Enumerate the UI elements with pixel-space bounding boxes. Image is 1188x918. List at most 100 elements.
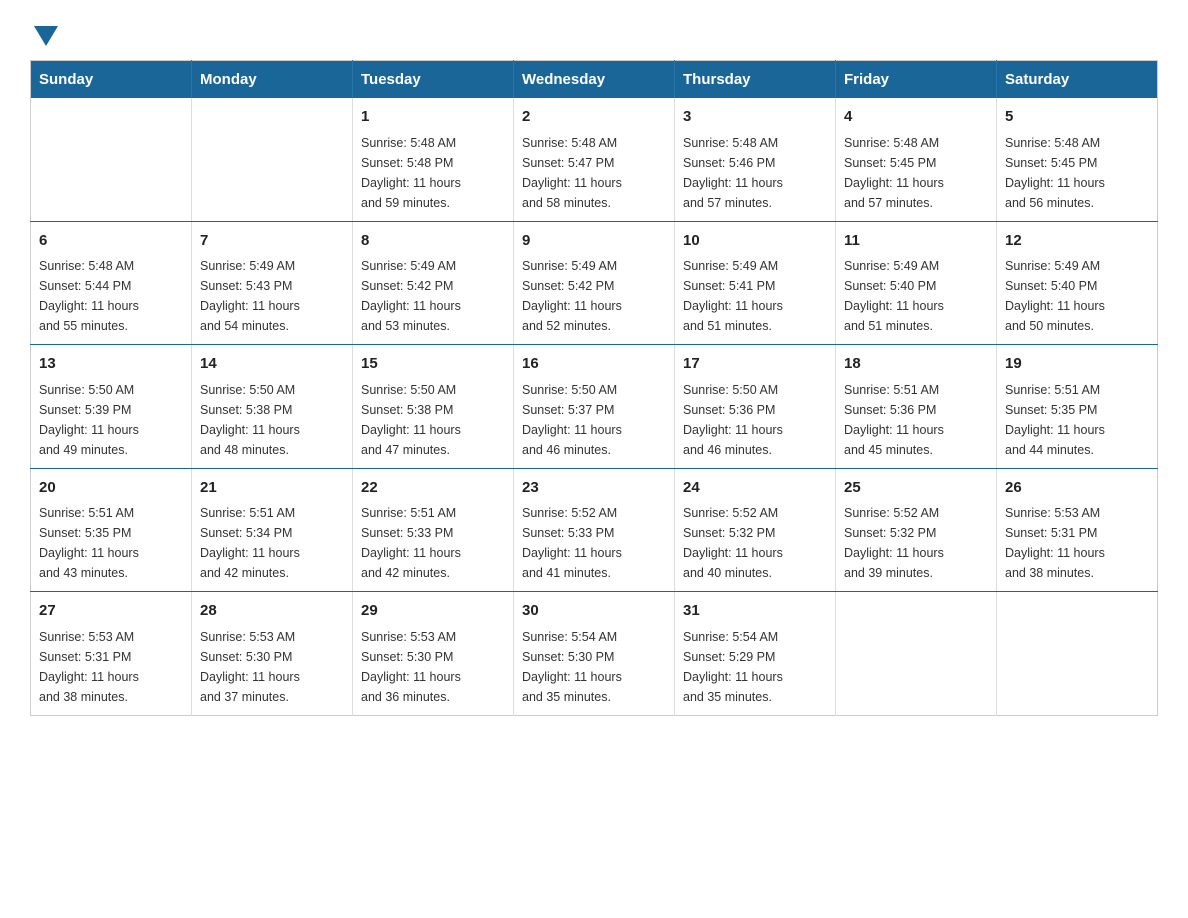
day-number: 24 [683,477,827,500]
day-number: 15 [361,353,505,376]
calendar-table: SundayMondayTuesdayWednesdayThursdayFrid… [30,60,1158,716]
day-info: Sunrise: 5:54 AM Sunset: 5:29 PM Dayligh… [683,627,827,707]
calendar-cell: 29 Sunrise: 5:53 AM Sunset: 5:30 PM Dayli… [353,592,514,716]
day-info: Sunrise: 5:51 AM Sunset: 5:35 PM Dayligh… [1005,380,1149,460]
calendar-cell: 11Sunrise: 5:49 AM Sunset: 5:40 PM Dayli… [836,221,997,345]
calendar-cell: 19 Sunrise: 5:51 AM Sunset: 5:35 PM Dayli… [997,345,1158,469]
day-number: 20 [39,477,183,500]
day-number: 9 [522,230,666,253]
calendar-cell: 6Sunrise: 5:48 AM Sunset: 5:44 PM Daylig… [31,221,192,345]
day-info: Sunrise: 5:52 AM Sunset: 5:33 PM Dayligh… [522,503,666,583]
day-number: 30 [522,600,666,623]
day-info: Sunrise: 5:49 AM Sunset: 5:42 PM Dayligh… [522,256,666,336]
calendar-header-row: SundayMondayTuesdayWednesdayThursdayFrid… [31,61,1158,99]
day-info: Sunrise: 5:48 AM Sunset: 5:45 PM Dayligh… [844,133,988,213]
calendar-cell [192,98,353,221]
calendar-cell: 17 Sunrise: 5:50 AM Sunset: 5:36 PM Dayli… [675,345,836,469]
calendar-week-4: 20 Sunrise: 5:51 AM Sunset: 5:35 PM Dayli… [31,468,1158,592]
calendar-cell: 3 Sunrise: 5:48 AM Sunset: 5:46 PM Daylig… [675,98,836,221]
calendar-cell: 25 Sunrise: 5:52 AM Sunset: 5:32 PM Dayli… [836,468,997,592]
calendar-cell: 22Sunrise: 5:51 AM Sunset: 5:33 PM Dayli… [353,468,514,592]
day-info: Sunrise: 5:53 AM Sunset: 5:31 PM Dayligh… [1005,503,1149,583]
page-header [30,20,1158,40]
day-info: Sunrise: 5:51 AM Sunset: 5:35 PM Dayligh… [39,503,183,583]
calendar-cell: 1 Sunrise: 5:48 AM Sunset: 5:48 PM Daylig… [353,98,514,221]
day-info: Sunrise: 5:53 AM Sunset: 5:31 PM Dayligh… [39,627,183,707]
calendar-cell: 31 Sunrise: 5:54 AM Sunset: 5:29 PM Dayli… [675,592,836,716]
day-number: 28 [200,600,344,623]
day-number: 14 [200,353,344,376]
day-number: 2 [522,106,666,129]
day-info: Sunrise: 5:48 AM Sunset: 5:46 PM Dayligh… [683,133,827,213]
calendar-week-2: 6Sunrise: 5:48 AM Sunset: 5:44 PM Daylig… [31,221,1158,345]
day-info: Sunrise: 5:48 AM Sunset: 5:48 PM Dayligh… [361,133,505,213]
day-number: 19 [1005,353,1149,376]
day-info: Sunrise: 5:50 AM Sunset: 5:37 PM Dayligh… [522,380,666,460]
calendar-header-friday: Friday [836,61,997,99]
day-number: 26 [1005,477,1149,500]
day-number: 3 [683,106,827,129]
day-number: 7 [200,230,344,253]
calendar-cell: 26 Sunrise: 5:53 AM Sunset: 5:31 PM Dayli… [997,468,1158,592]
calendar-cell [31,98,192,221]
logo-triangle-icon [34,26,58,46]
calendar-cell: 2 Sunrise: 5:48 AM Sunset: 5:47 PM Daylig… [514,98,675,221]
calendar-cell: 21 Sunrise: 5:51 AM Sunset: 5:34 PM Dayli… [192,468,353,592]
calendar-cell: 10 Sunrise: 5:49 AM Sunset: 5:41 PM Dayli… [675,221,836,345]
calendar-header-saturday: Saturday [997,61,1158,99]
day-info: Sunrise: 5:50 AM Sunset: 5:38 PM Dayligh… [361,380,505,460]
day-number: 29 [361,600,505,623]
day-info: Sunrise: 5:51 AM Sunset: 5:33 PM Dayligh… [361,503,505,583]
day-info: Sunrise: 5:48 AM Sunset: 5:47 PM Dayligh… [522,133,666,213]
calendar-week-3: 13 Sunrise: 5:50 AM Sunset: 5:39 PM Dayli… [31,345,1158,469]
day-number: 4 [844,106,988,129]
calendar-cell: 14 Sunrise: 5:50 AM Sunset: 5:38 PM Dayli… [192,345,353,469]
day-number: 17 [683,353,827,376]
calendar-cell: 15 Sunrise: 5:50 AM Sunset: 5:38 PM Dayli… [353,345,514,469]
calendar-cell: 28 Sunrise: 5:53 AM Sunset: 5:30 PM Dayli… [192,592,353,716]
calendar-cell: 23 Sunrise: 5:52 AM Sunset: 5:33 PM Dayli… [514,468,675,592]
day-info: Sunrise: 5:49 AM Sunset: 5:41 PM Dayligh… [683,256,827,336]
day-info: Sunrise: 5:50 AM Sunset: 5:38 PM Dayligh… [200,380,344,460]
day-number: 10 [683,230,827,253]
calendar-header-tuesday: Tuesday [353,61,514,99]
day-number: 12 [1005,230,1149,253]
calendar-week-5: 27 Sunrise: 5:53 AM Sunset: 5:31 PM Dayli… [31,592,1158,716]
calendar-cell: 18 Sunrise: 5:51 AM Sunset: 5:36 PM Dayli… [836,345,997,469]
day-info: Sunrise: 5:49 AM Sunset: 5:42 PM Dayligh… [361,256,505,336]
day-info: Sunrise: 5:53 AM Sunset: 5:30 PM Dayligh… [361,627,505,707]
day-number: 8 [361,230,505,253]
day-number: 18 [844,353,988,376]
calendar-cell: 27 Sunrise: 5:53 AM Sunset: 5:31 PM Dayli… [31,592,192,716]
day-info: Sunrise: 5:52 AM Sunset: 5:32 PM Dayligh… [844,503,988,583]
day-info: Sunrise: 5:48 AM Sunset: 5:44 PM Dayligh… [39,256,183,336]
day-info: Sunrise: 5:50 AM Sunset: 5:39 PM Dayligh… [39,380,183,460]
calendar-cell: 7 Sunrise: 5:49 AM Sunset: 5:43 PM Daylig… [192,221,353,345]
calendar-header-monday: Monday [192,61,353,99]
calendar-cell: 9 Sunrise: 5:49 AM Sunset: 5:42 PM Daylig… [514,221,675,345]
day-number: 23 [522,477,666,500]
day-info: Sunrise: 5:49 AM Sunset: 5:43 PM Dayligh… [200,256,344,336]
calendar-cell [997,592,1158,716]
calendar-header-sunday: Sunday [31,61,192,99]
day-number: 5 [1005,106,1149,129]
day-info: Sunrise: 5:50 AM Sunset: 5:36 PM Dayligh… [683,380,827,460]
day-number: 11 [844,230,988,253]
day-number: 21 [200,477,344,500]
calendar-header-thursday: Thursday [675,61,836,99]
day-info: Sunrise: 5:53 AM Sunset: 5:30 PM Dayligh… [200,627,344,707]
day-info: Sunrise: 5:54 AM Sunset: 5:30 PM Dayligh… [522,627,666,707]
day-number: 27 [39,600,183,623]
day-number: 1 [361,106,505,129]
calendar-cell: 20 Sunrise: 5:51 AM Sunset: 5:35 PM Dayli… [31,468,192,592]
calendar-cell: 16Sunrise: 5:50 AM Sunset: 5:37 PM Dayli… [514,345,675,469]
calendar-cell: 5Sunrise: 5:48 AM Sunset: 5:45 PM Daylig… [997,98,1158,221]
day-number: 31 [683,600,827,623]
day-number: 25 [844,477,988,500]
day-info: Sunrise: 5:51 AM Sunset: 5:34 PM Dayligh… [200,503,344,583]
calendar-cell: 30 Sunrise: 5:54 AM Sunset: 5:30 PM Dayli… [514,592,675,716]
calendar-cell: 8 Sunrise: 5:49 AM Sunset: 5:42 PM Daylig… [353,221,514,345]
day-number: 13 [39,353,183,376]
calendar-week-1: 1 Sunrise: 5:48 AM Sunset: 5:48 PM Daylig… [31,98,1158,221]
day-info: Sunrise: 5:51 AM Sunset: 5:36 PM Dayligh… [844,380,988,460]
